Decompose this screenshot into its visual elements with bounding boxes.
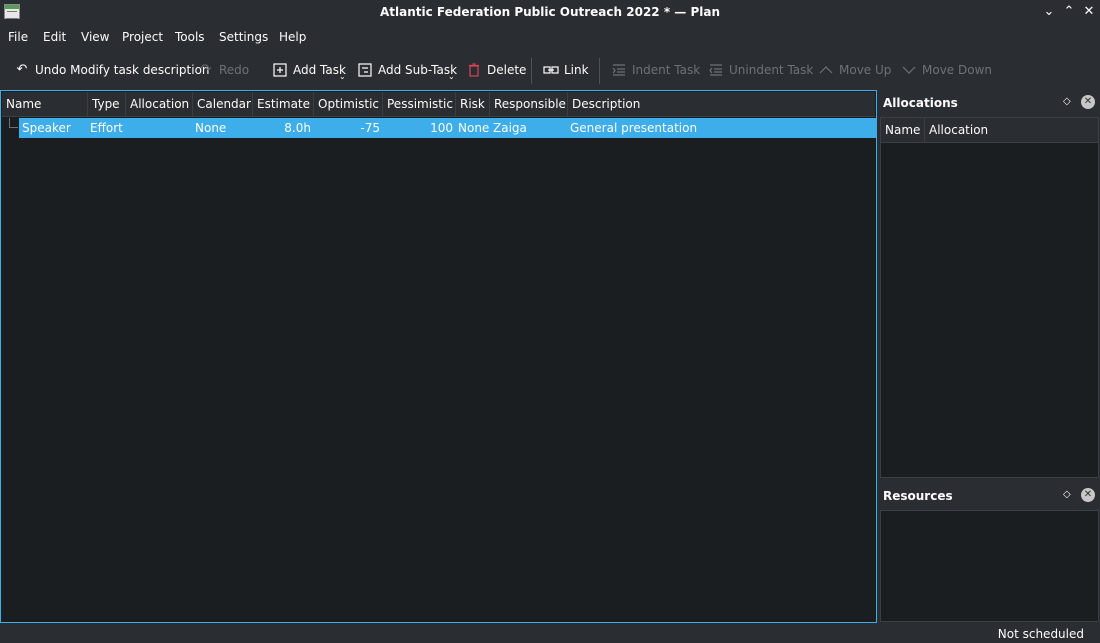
close-icon[interactable]: ✕ [1081,488,1095,502]
float-icon[interactable]: ◇ [1063,489,1071,500]
cell-calendar[interactable]: None [195,118,226,138]
column-header-risk[interactable]: Risk [456,92,490,117]
allocations-header: Name Allocation [881,118,1098,143]
minimize-icon[interactable]: ⌄ [1040,3,1058,21]
delete-button[interactable]: Delete [466,56,526,84]
redo-button[interactable]: ↷ Redo [198,56,250,84]
link-icon [543,62,559,78]
column-header-description[interactable]: Description [568,92,875,117]
close-icon[interactable]: ✕ [1080,3,1098,21]
trash-icon [466,62,482,78]
column-header-allocation[interactable]: Allocation [126,92,193,117]
unindent-task-button[interactable]: Unindent Task [708,56,813,84]
cell-pessimistic[interactable]: 100 [385,118,453,138]
column-header-optimistic[interactable]: Optimistic [314,92,383,117]
maximize-icon[interactable]: ⌃ [1060,3,1078,21]
allocations-column-allocation[interactable]: Allocation [925,118,1098,143]
title-bar: Atlantic Federation Public Outreach 2022… [0,0,1100,24]
add-task-button[interactable]: Add Task [272,56,346,84]
column-header-calendar[interactable]: Calendar [193,92,253,117]
table-header: Name Type Allocation Calendar Estimate O… [2,92,875,117]
chevron-up-icon [818,62,834,78]
window-title: Atlantic Federation Public Outreach 2022… [380,5,720,19]
cell-optimistic[interactable]: -75 [315,118,380,138]
unindent-task-label: Unindent Task [729,63,814,77]
redo-label: Redo [219,63,250,77]
unindent-icon [708,62,724,78]
add-subtask-dropdown-icon[interactable]: ⌄ [448,72,455,81]
cell-name[interactable]: Speaker [22,118,71,138]
allocations-column-name[interactable]: Name [881,118,925,143]
menu-tools[interactable]: Tools [175,30,205,44]
toolbar-separator [531,58,532,84]
column-header-estimate[interactable]: Estimate [253,92,314,117]
undo-label: Undo Modify task description [35,63,210,77]
status-text: Not scheduled [997,627,1084,641]
undo-button[interactable]: ↶ Undo Modify task description [14,56,210,84]
toolbar: ↶ Undo Modify task description ↷ Redo Ad… [0,56,1100,84]
move-down-label: Move Down [922,63,992,77]
redo-icon: ↷ [200,62,212,77]
menu-project[interactable]: Project [122,30,163,44]
move-up-label: Move Up [839,63,892,77]
cell-risk[interactable]: None [458,118,489,138]
chevron-down-icon [901,62,917,78]
add-task-label: Add Task [293,63,346,77]
close-icon[interactable]: ✕ [1081,95,1095,109]
allocations-dock-titlebar: Allocations ◇ ✕ [879,92,1100,114]
move-down-button[interactable]: Move Down [901,56,992,84]
undo-icon: ↶ [16,62,28,77]
menu-view[interactable]: View [81,30,109,44]
toolbar-separator [599,58,600,84]
menu-file[interactable]: File [8,30,28,44]
float-icon[interactable]: ◇ [1063,96,1071,107]
resources-view[interactable] [880,510,1099,622]
add-subtask-label: Add Sub-Task [378,63,458,77]
cell-responsible[interactable]: Zaiga [493,118,527,138]
menu-bar: File Edit View Project Tools Settings He… [0,28,1100,48]
indent-task-button[interactable]: Indent Task [611,56,700,84]
indent-task-label: Indent Task [632,63,701,77]
cell-estimate[interactable]: 8.0h [255,118,311,138]
tree-branch-line [9,118,18,128]
indent-icon [611,62,627,78]
resources-dock-title: Resources [883,489,953,503]
column-header-pessimistic[interactable]: Pessimistic [383,92,456,117]
column-header-responsible[interactable]: Responsible [490,92,568,117]
column-header-type[interactable]: Type [88,92,126,117]
cell-description[interactable]: General presentation [570,118,697,138]
link-label: Link [564,63,589,77]
cell-type[interactable]: Effort [90,118,123,138]
allocations-dock-title: Allocations [883,96,958,110]
table-row[interactable]: Speaker Effort None 8.0h -75 100 None Za… [19,118,876,138]
add-subtask-icon [357,62,373,78]
menu-settings[interactable]: Settings [219,30,268,44]
delete-label: Delete [487,63,527,77]
move-up-button[interactable]: Move Up [818,56,891,84]
task-table[interactable]: Name Type Allocation Calendar Estimate O… [0,90,877,623]
column-header-name[interactable]: Name [2,92,88,117]
menu-help[interactable]: Help [279,30,306,44]
add-subtask-button[interactable]: Add Sub-Task [357,56,457,84]
link-button[interactable]: Link [543,56,589,84]
menu-edit[interactable]: Edit [43,30,66,44]
resources-dock-titlebar: Resources ◇ ✕ [879,485,1100,507]
add-task-icon [272,62,288,78]
allocations-view[interactable]: Name Allocation [880,117,1099,478]
add-task-dropdown-icon[interactable]: ⌄ [339,72,346,81]
